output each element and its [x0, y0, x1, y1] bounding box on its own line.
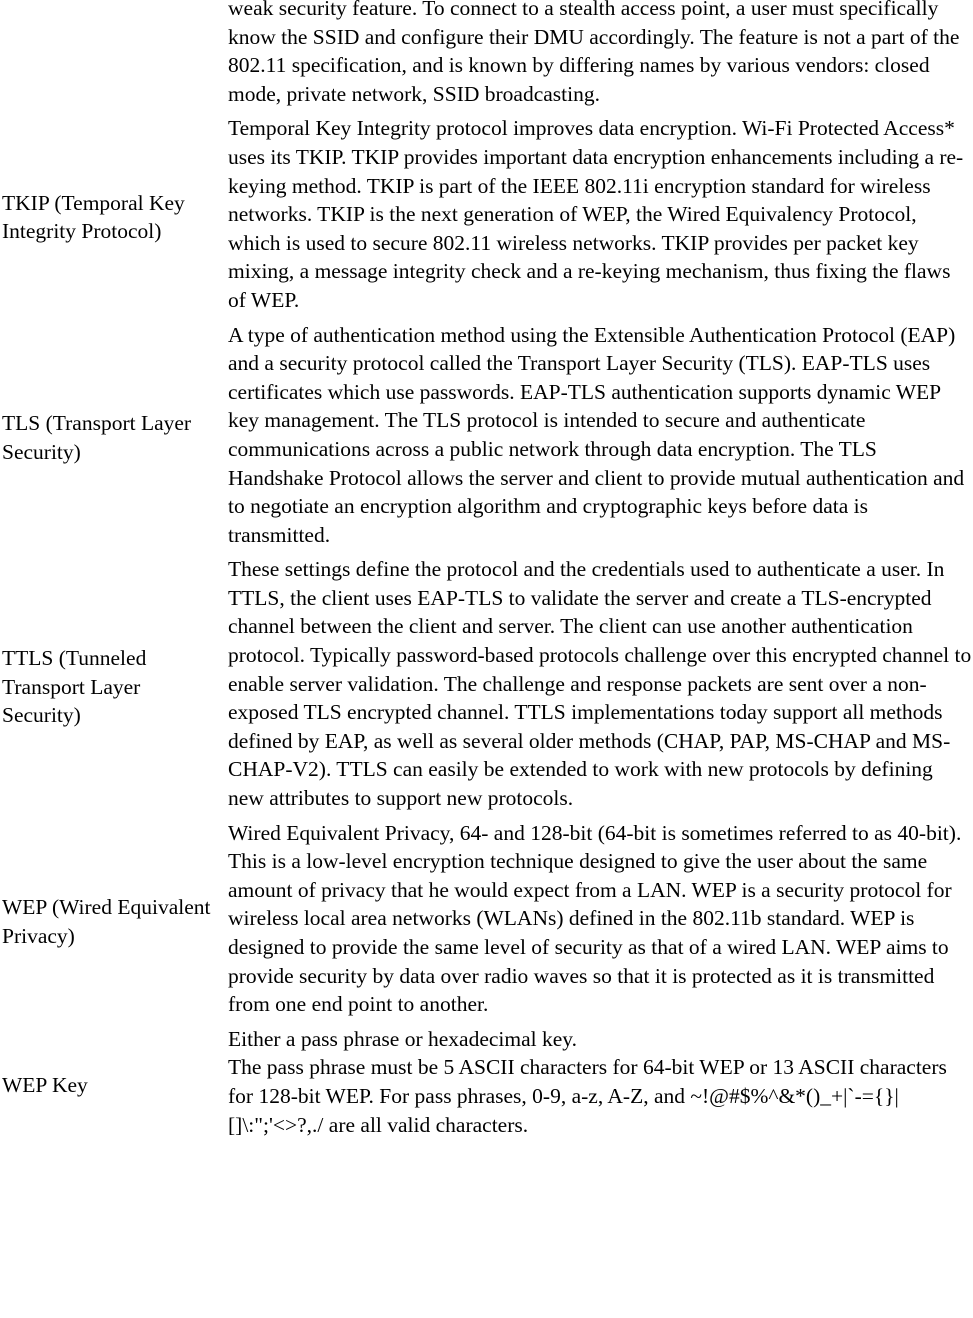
definition-cell: These settings define the protocol and t…: [228, 555, 973, 818]
glossary-table: weak security feature. To connect to a s…: [0, 0, 973, 1145]
term-label: WEP Key: [2, 1072, 88, 1097]
table-row: TLS (Transport Layer Security) A type of…: [0, 321, 973, 556]
definition-paragraph: The pass phrase must be 5 ASCII characte…: [228, 1055, 947, 1137]
definition-paragraph: A type of authentication method using th…: [228, 322, 965, 547]
term-label: TTLS (Tunneled Transport Layer Security): [2, 646, 147, 728]
definition-cell: Either a pass phrase or hexadecimal key.…: [228, 1025, 973, 1145]
table-row: WEP (Wired Equivalent Privacy) Wired Equ…: [0, 819, 973, 1025]
term-cell: WEP Key: [0, 1025, 228, 1145]
term-cell: WEP (Wired Equivalent Privacy): [0, 819, 228, 1025]
definition-paragraph: weak security feature. To connect to a s…: [228, 0, 960, 106]
definition-cell: A type of authentication method using th…: [228, 321, 973, 556]
glossary-table-body: weak security feature. To connect to a s…: [0, 0, 973, 1145]
term-cell: [0, 0, 228, 114]
table-row: weak security feature. To connect to a s…: [0, 0, 973, 114]
term-cell: TKIP (Temporal Key Integrity Protocol): [0, 114, 228, 320]
table-row: TTLS (Tunneled Transport Layer Security)…: [0, 555, 973, 818]
definition-paragraph: Either a pass phrase or hexadecimal key.: [228, 1026, 578, 1051]
document-page: weak security feature. To connect to a s…: [0, 0, 973, 1318]
term-label: TKIP (Temporal Key Integrity Protocol): [2, 190, 185, 244]
definition-cell: Temporal Key Integrity protocol improves…: [228, 114, 973, 320]
term-label: TLS (Transport Layer Security): [2, 411, 192, 464]
definition-cell: weak security feature. To connect to a s…: [228, 0, 973, 114]
term-cell: TLS (Transport Layer Security): [0, 321, 228, 556]
term-label: WEP (Wired Equivalent Privacy): [2, 895, 211, 948]
definition-paragraph: Wired Equivalent Privacy, 64- and 128-bi…: [228, 820, 962, 1017]
definition-paragraph: Temporal Key Integrity protocol improves…: [228, 116, 964, 312]
definition-cell: Wired Equivalent Privacy, 64- and 128-bi…: [228, 819, 973, 1025]
term-cell: TTLS (Tunneled Transport Layer Security): [0, 555, 228, 818]
definition-paragraph: These settings define the protocol and t…: [228, 557, 972, 811]
table-row: TKIP (Temporal Key Integrity Protocol) T…: [0, 114, 973, 320]
table-row: WEP Key Either a pass phrase or hexadeci…: [0, 1025, 973, 1145]
